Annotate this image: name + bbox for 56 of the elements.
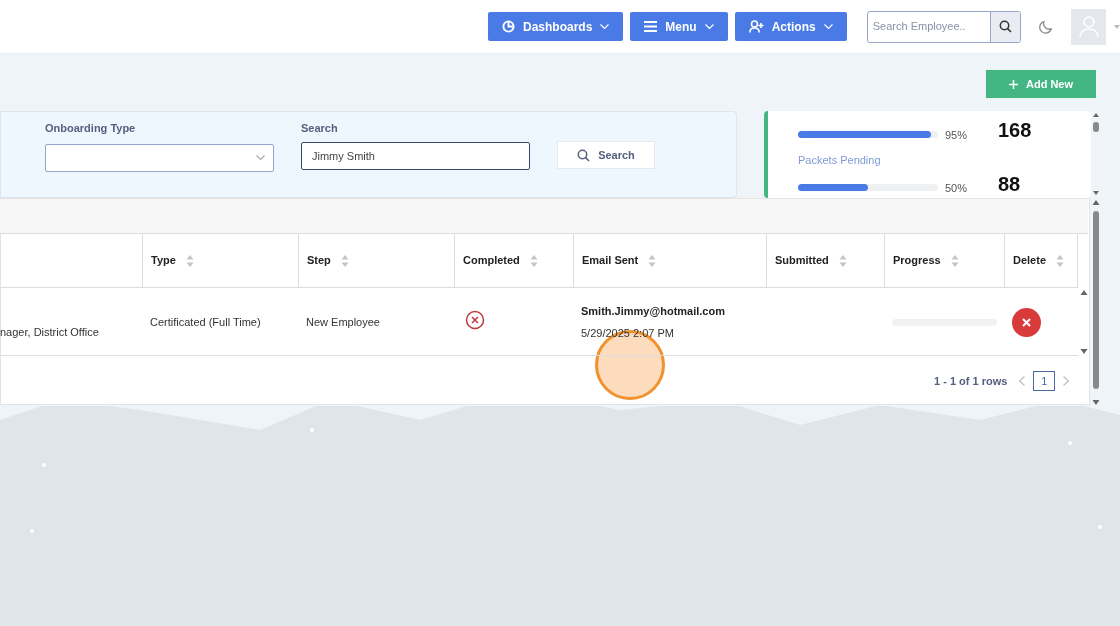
count-label: 168 bbox=[998, 118, 1032, 142]
chevron-down-icon bbox=[600, 23, 610, 30]
pie-chart-icon bbox=[502, 20, 515, 33]
moon-icon[interactable] bbox=[1038, 19, 1053, 34]
chevron-down-icon bbox=[256, 155, 265, 161]
user-plus-icon bbox=[748, 20, 764, 33]
column-header[interactable]: Type bbox=[143, 234, 299, 288]
percent-label: 95% bbox=[945, 128, 968, 143]
page-button[interactable]: 1 bbox=[1033, 371, 1056, 391]
percent-label: 50% bbox=[945, 181, 968, 196]
count-label: 88 bbox=[998, 172, 1021, 196]
column-header[interactable]: Submitted bbox=[767, 234, 885, 288]
search-icon bbox=[577, 148, 591, 162]
search-input[interactable]: Search Employee.. bbox=[867, 11, 990, 42]
table-cell-text: Certificated (Full Time) bbox=[150, 314, 261, 330]
column-header[interactable]: Progress bbox=[885, 234, 1005, 288]
sort-icon[interactable] bbox=[1056, 254, 1065, 267]
sort-icon[interactable] bbox=[529, 254, 538, 267]
search-input[interactable]: Jimmy Smith bbox=[301, 142, 530, 170]
column-header[interactable]: Step bbox=[299, 234, 455, 288]
chevron-right-icon[interactable] bbox=[1063, 376, 1070, 386]
column-header[interactable]: Delete bbox=[1005, 234, 1078, 288]
onboarding-type-dropdown[interactable] bbox=[45, 144, 274, 172]
close-icon bbox=[1022, 317, 1031, 327]
column-header[interactable]: Email Sent bbox=[574, 234, 767, 288]
menu-icon bbox=[644, 21, 658, 32]
search-icon bbox=[998, 20, 1012, 33]
search-button[interactable]: Search bbox=[557, 141, 655, 169]
chevron-down-icon bbox=[823, 23, 833, 30]
table-cell-text: nager, District Office bbox=[0, 324, 99, 340]
table-cell-text: New Employee bbox=[306, 314, 380, 330]
scrollbar[interactable] bbox=[1092, 200, 1100, 405]
dropdown-button[interactable]: Actions bbox=[734, 12, 847, 41]
field-label: Onboarding Type bbox=[45, 121, 136, 136]
sort-icon[interactable] bbox=[648, 254, 657, 267]
column-header[interactable]: Completed bbox=[455, 234, 574, 288]
stat-caption: Packets Pending bbox=[798, 153, 881, 168]
plus-icon bbox=[1008, 79, 1018, 89]
sort-icon[interactable] bbox=[950, 254, 959, 267]
search-field[interactable]: Search Employee.. bbox=[866, 10, 1021, 43]
user-icon bbox=[1078, 15, 1099, 38]
dropdown-button[interactable]: Dashboards bbox=[488, 12, 624, 41]
avatar[interactable] bbox=[1071, 8, 1107, 45]
chevron-down-icon bbox=[704, 23, 714, 30]
scrollbar[interactable] bbox=[1080, 290, 1088, 354]
field-label: Search bbox=[301, 121, 338, 136]
pagination-summary: 1 - 1 of 1 rows bbox=[934, 373, 1008, 389]
chevron-left-icon[interactable] bbox=[1019, 376, 1026, 386]
scrollbar[interactable] bbox=[1092, 113, 1100, 195]
search-button[interactable] bbox=[989, 11, 1020, 42]
email-text: Smith.Jimmy@hotmail.com bbox=[581, 304, 725, 319]
sort-icon[interactable] bbox=[185, 254, 194, 267]
sort-icon[interactable] bbox=[340, 254, 349, 267]
caret-icon[interactable] bbox=[1114, 24, 1120, 29]
sort-icon[interactable] bbox=[838, 254, 847, 267]
dropdown-button[interactable]: Menu bbox=[630, 12, 728, 41]
